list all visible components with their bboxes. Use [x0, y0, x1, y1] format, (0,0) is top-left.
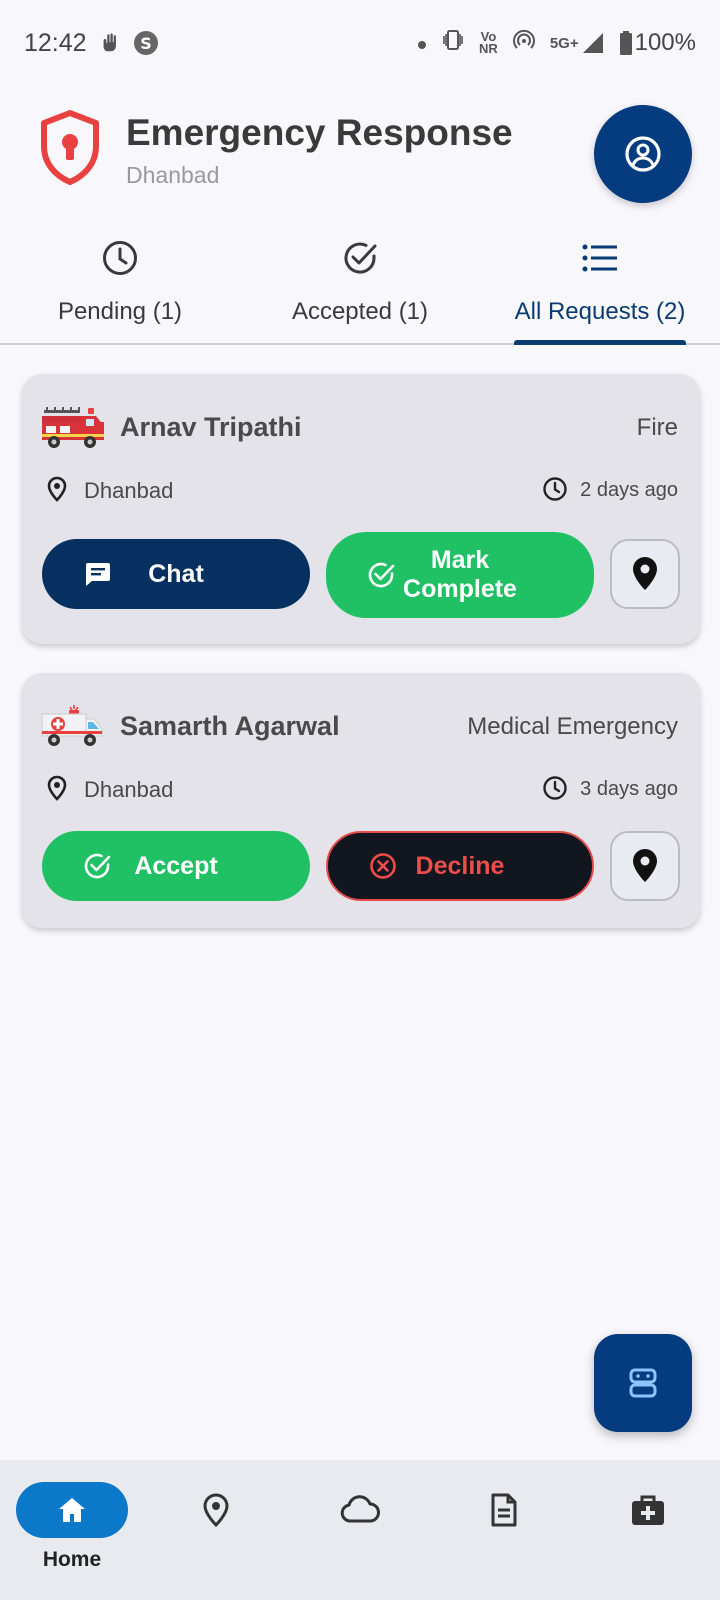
- volte-icon: Vo NR: [479, 30, 498, 56]
- decline-button-label: Decline: [415, 851, 505, 880]
- decline-button[interactable]: Decline: [326, 831, 594, 901]
- hand-notification-icon: [99, 32, 121, 54]
- request-tabs: Pending (1) Accepted (1) All Requests (2…: [0, 230, 720, 345]
- view-location-button[interactable]: [610, 539, 680, 609]
- map-pin-icon: [633, 849, 657, 882]
- bottom-navigation: Home: [0, 1460, 720, 1600]
- cloud-icon: [340, 1495, 380, 1523]
- close-circle-icon: [368, 851, 398, 881]
- svg-text:S: S: [140, 34, 152, 53]
- app-header: Emergency Response Dhanbad: [0, 100, 720, 210]
- volte-bottom-label: NR: [479, 41, 498, 56]
- status-time: 12:42: [24, 28, 87, 57]
- nav-documents-pill: [448, 1482, 560, 1538]
- tab-active-indicator: [514, 340, 686, 345]
- nav-home-label: Home: [42, 1548, 102, 1571]
- emergency-type: Fire: [636, 414, 678, 441]
- map-pin-icon: [203, 1493, 229, 1528]
- map-pin-icon: [46, 775, 68, 806]
- fire-truck-icon: [40, 404, 106, 450]
- accept-button-label: Accept: [134, 851, 218, 880]
- nav-map[interactable]: [144, 1460, 288, 1600]
- list-icon: [582, 236, 618, 280]
- signal-type-label: 5G+: [549, 34, 579, 52]
- nav-weather-pill: [304, 1482, 416, 1538]
- emergency-type: Medical Emergency: [467, 713, 678, 740]
- accept-button[interactable]: Accept: [42, 831, 310, 901]
- nav-map-pill: [160, 1482, 272, 1538]
- app-notification-icon: S: [133, 30, 159, 56]
- nav-home[interactable]: Home: [0, 1460, 144, 1600]
- request-location: Dhanbad: [84, 777, 174, 802]
- map-pin-icon: [633, 557, 657, 590]
- request-card[interactable]: Samarth Agarwal Medical Emergency Dhanba…: [22, 673, 700, 928]
- shield-lock-icon: [38, 110, 102, 186]
- mark-complete-label-line1: Mark: [430, 546, 490, 574]
- request-location: Dhanbad: [84, 478, 174, 503]
- check-circle-icon: [366, 560, 396, 590]
- status-bar: 12:42 S Vo NR 5G+ 100%: [0, 0, 720, 86]
- page-subtitle-location: Dhanbad: [126, 162, 220, 188]
- home-icon: [59, 1498, 85, 1522]
- chat-button[interactable]: Chat: [42, 539, 310, 609]
- robot-icon: [629, 1368, 657, 1398]
- mark-complete-button[interactable]: Mark Complete: [326, 532, 594, 618]
- battery-icon: 100%: [619, 29, 696, 57]
- hotspot-icon: [512, 28, 536, 59]
- requester-name: Samarth Agarwal: [120, 711, 340, 741]
- view-location-button[interactable]: [610, 831, 680, 901]
- nav-weather[interactable]: [288, 1460, 432, 1600]
- first-aid-kit-icon: [632, 1495, 664, 1525]
- tab-pending-label: Pending (1): [57, 298, 183, 325]
- chat-icon: [82, 559, 112, 589]
- clock-icon: [542, 476, 568, 507]
- tab-accepted[interactable]: Accepted (1): [240, 230, 480, 343]
- request-card[interactable]: Arnav Tripathi Fire Dhanbad 2 days ago C…: [22, 374, 700, 644]
- vibrate-icon: [441, 28, 465, 59]
- user-circle-icon: [625, 136, 661, 172]
- assistant-bot-button[interactable]: [594, 1334, 692, 1432]
- nav-first-aid-pill: [592, 1482, 704, 1538]
- request-time: 3 days ago: [580, 778, 678, 800]
- request-time: 2 days ago: [580, 479, 678, 501]
- clock-icon: [542, 775, 568, 806]
- document-icon: [491, 1493, 517, 1527]
- check-circle-icon: [341, 236, 379, 280]
- map-pin-icon: [46, 476, 68, 507]
- tab-all-requests[interactable]: All Requests (2): [480, 230, 720, 345]
- profile-button[interactable]: [594, 105, 692, 203]
- clock-icon: [101, 236, 139, 280]
- tab-all-requests-label: All Requests (2): [514, 298, 686, 325]
- nav-documents[interactable]: [432, 1460, 576, 1600]
- dot-notification-icon: [417, 29, 427, 57]
- requester-name: Arnav Tripathi: [120, 412, 302, 442]
- mark-complete-label-line2: Complete: [403, 575, 517, 603]
- chat-button-label: Chat: [148, 559, 204, 588]
- signal-icon: 5G+: [550, 31, 605, 55]
- tab-pending[interactable]: Pending (1): [0, 230, 240, 343]
- nav-first-aid[interactable]: [576, 1460, 720, 1600]
- battery-percent: 100%: [634, 29, 696, 56]
- check-circle-icon: [82, 851, 112, 881]
- page-title: Emergency Response: [126, 112, 513, 153]
- ambulance-icon: [40, 703, 106, 749]
- tab-accepted-label: Accepted (1): [291, 298, 429, 325]
- nav-home-pill: [16, 1482, 128, 1538]
